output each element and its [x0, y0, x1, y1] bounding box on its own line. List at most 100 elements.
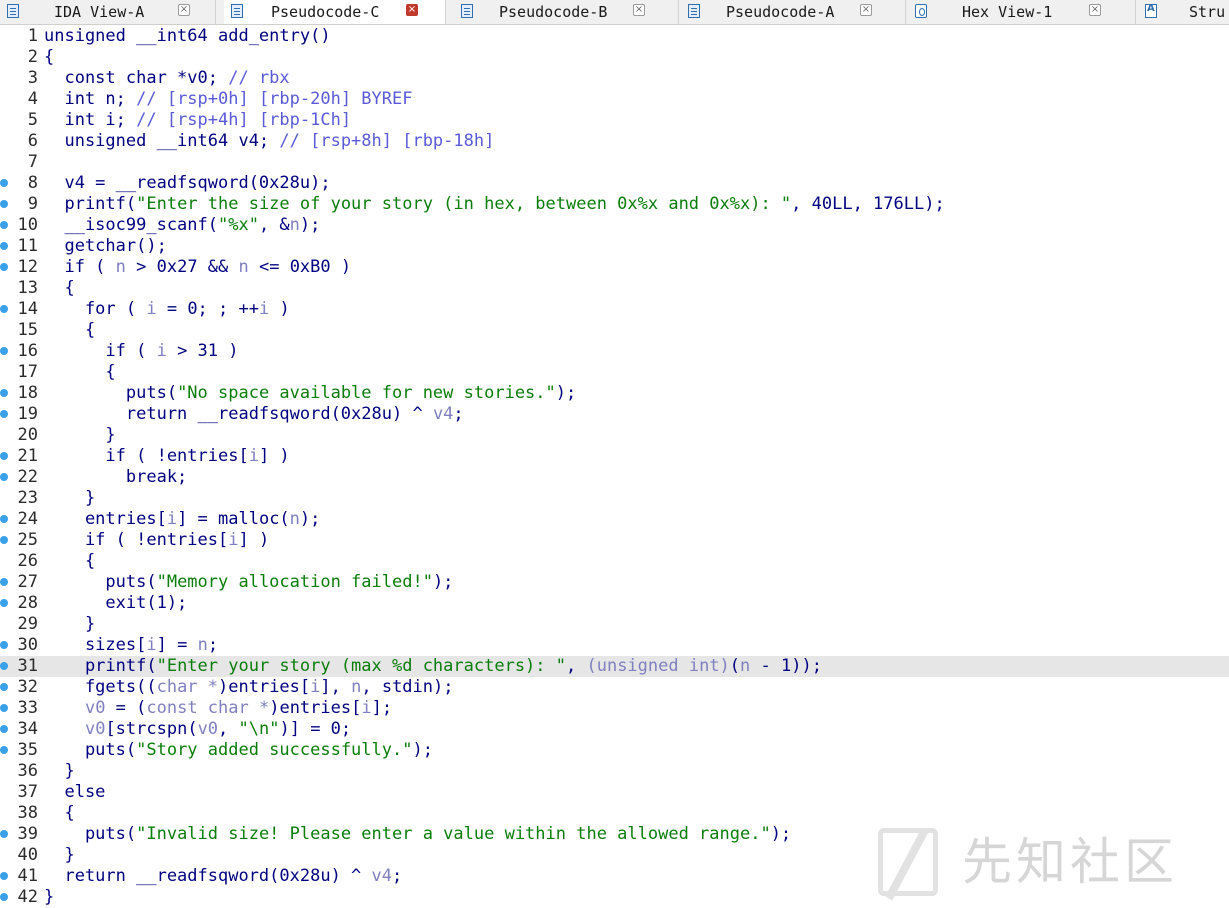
code-line[interactable]: 36 }	[0, 761, 1229, 782]
code-text[interactable]: int i; // [rsp+4h] [rbp-1Ch]	[44, 110, 351, 131]
code-token: = 0; ; ++	[156, 299, 259, 319]
code-line[interactable]: 25 if ( !entries[i] )	[0, 530, 1229, 551]
close-icon[interactable]: ×	[860, 4, 872, 16]
code-line[interactable]: 9 printf("Enter the size of your story (…	[0, 194, 1229, 215]
code-text[interactable]: puts("Story added successfully.");	[44, 740, 433, 761]
code-text[interactable]: if ( !entries[i] )	[44, 446, 289, 467]
code-line[interactable]: 22 break;	[0, 467, 1229, 488]
code-line[interactable]: 4 int n; // [rsp+0h] [rbp-20h] BYREF	[0, 89, 1229, 110]
close-icon[interactable]: ×	[178, 4, 190, 16]
code-text[interactable]: {	[44, 551, 95, 572]
identifier: v4	[371, 866, 392, 886]
code-text[interactable]: exit(1);	[44, 593, 187, 614]
code-text[interactable]: getchar();	[44, 236, 166, 257]
code-text[interactable]: puts("No space available for new stories…	[44, 383, 576, 404]
tab-structures[interactable]: Stru	[1138, 0, 1229, 24]
code-line[interactable]: 33 v0 = (const char *)entries[i];	[0, 698, 1229, 719]
tab-pseudocode-b[interactable]: Pseudocode-B ×	[454, 0, 679, 24]
code-line[interactable]: 5 int i; // [rsp+4h] [rbp-1Ch]	[0, 110, 1229, 131]
code-text[interactable]: if ( n > 0x27 && n <= 0xB0 )	[44, 257, 351, 278]
code-line[interactable]: 29 }	[0, 614, 1229, 635]
pseudocode-view[interactable]: 1 unsigned __int64 add_entry() 2{3 const c…	[0, 26, 1229, 908]
code-text[interactable]: int n; // [rsp+0h] [rbp-20h] BYREF	[44, 89, 412, 110]
code-text[interactable]: }	[44, 425, 115, 446]
code-text[interactable]: }	[44, 887, 54, 908]
code-text[interactable]: v0 = (const char *)entries[i];	[44, 698, 392, 719]
code-line[interactable]: 27 puts("Memory allocation failed!");	[0, 572, 1229, 593]
code-line[interactable]: 35 puts("Story added successfully.");	[0, 740, 1229, 761]
code-line[interactable]: 3 const char *v0; // rbx	[0, 68, 1229, 89]
code-text[interactable]: for ( i = 0; ; ++i )	[44, 299, 290, 320]
code-line[interactable]: 31 printf("Enter your story (max %d char…	[0, 656, 1229, 677]
code-line[interactable]: 16 if ( i > 31 )	[0, 341, 1229, 362]
tab-hex-view-1[interactable]: Hex View-1 ×	[908, 0, 1136, 24]
code-line[interactable]: 38 {	[0, 803, 1229, 824]
code-text[interactable]: return __readfsqword(0x28u) ^ v4;	[44, 404, 464, 425]
code-line[interactable]: 21 if ( !entries[i] )	[0, 446, 1229, 467]
code-line[interactable]: 32 fgets((char *)entries[i], n, stdin);	[0, 677, 1229, 698]
code-text[interactable]: unsigned __int64 v4; // [rsp+8h] [rbp-18…	[44, 131, 494, 152]
code-line[interactable]: 13 {	[0, 278, 1229, 299]
code-text[interactable]: if ( i > 31 )	[44, 341, 238, 362]
tab-label: IDA View-A	[54, 3, 145, 21]
code-text[interactable]: {	[44, 362, 115, 383]
code-token: exit(1);	[44, 593, 188, 613]
code-text[interactable]: }	[44, 761, 74, 782]
code-text[interactable]: printf("Enter your story (max %d charact…	[44, 656, 822, 677]
code-text[interactable]: {	[44, 47, 54, 68]
code-line[interactable]: 28 exit(1);	[0, 593, 1229, 614]
code-token: unsigned __int64 v4;	[44, 131, 280, 151]
code-text[interactable]: if ( !entries[i] )	[44, 530, 269, 551]
tab-ida-view-a[interactable]: IDA View-A ×	[0, 0, 216, 24]
code-line[interactable]: 14 for ( i = 0; ; ++i )	[0, 299, 1229, 320]
code-text[interactable]: v4 = __readfsqword(0x28u);	[44, 173, 331, 194]
code-line[interactable]: 18 puts("No space available for new stor…	[0, 383, 1229, 404]
code-line[interactable]: 8 v4 = __readfsqword(0x28u);	[0, 173, 1229, 194]
code-line[interactable]: 2{	[0, 47, 1229, 68]
code-text[interactable]: entries[i] = malloc(n);	[44, 509, 320, 530]
code-line[interactable]: 12 if ( n > 0x27 && n <= 0xB0 )	[0, 257, 1229, 278]
code-text[interactable]: }	[44, 488, 95, 509]
code-text[interactable]: puts("Invalid size! Please enter a value…	[44, 824, 791, 845]
code-text[interactable]: puts("Memory allocation failed!");	[44, 572, 453, 593]
code-line[interactable]: 19 return __readfsqword(0x28u) ^ v4;	[0, 404, 1229, 425]
tab-pseudocode-a[interactable]: Pseudocode-A ×	[681, 0, 906, 24]
code-text[interactable]: __isoc99_scanf("%x", &n);	[44, 215, 320, 236]
code-line[interactable]: 20 }	[0, 425, 1229, 446]
code-line[interactable]: 1 unsigned __int64 add_entry()	[0, 26, 1229, 47]
code-line[interactable]: 23 }	[0, 488, 1229, 509]
code-text[interactable]: const char *v0; // rbx	[44, 68, 289, 89]
code-text[interactable]: printf("Enter the size of your story (in…	[44, 194, 944, 215]
tab-pseudocode-c[interactable]: Pseudocode-C ×	[224, 0, 446, 24]
code-line[interactable]: 7	[0, 152, 1229, 173]
code-text[interactable]: fgets((char *)entries[i], n, stdin);	[44, 677, 454, 698]
code-line[interactable]: 26 {	[0, 551, 1229, 572]
code-line[interactable]: 11 getchar();	[0, 236, 1229, 257]
code-text[interactable]: }	[44, 845, 74, 866]
code-line[interactable]: 10 __isoc99_scanf("%x", &n);	[0, 215, 1229, 236]
code-text[interactable]: unsigned __int64 add_entry()	[44, 26, 331, 47]
code-text[interactable]: v0[strcspn(v0, "\n")] = 0;	[44, 719, 351, 740]
code-line[interactable]: 15 {	[0, 320, 1229, 341]
code-line[interactable]: 34 v0[strcspn(v0, "\n")] = 0;	[0, 719, 1229, 740]
code-text[interactable]: break;	[44, 467, 187, 488]
code-line[interactable]: 30 sizes[i] = n;	[0, 635, 1229, 656]
code-token: fgets((	[44, 677, 157, 697]
string-literal: "Enter your story (max %d characters): "	[156, 656, 566, 676]
code-token: v4 = __readfsqword(0x28u);	[44, 173, 331, 193]
close-icon[interactable]: ×	[1089, 4, 1101, 16]
close-icon[interactable]: ×	[406, 4, 418, 16]
code-text[interactable]: {	[44, 278, 74, 299]
code-text[interactable]: {	[44, 803, 74, 824]
code-line[interactable]: 37 else	[0, 782, 1229, 803]
code-line[interactable]: 6 unsigned __int64 v4; // [rsp+8h] [rbp-…	[0, 131, 1229, 152]
code-text[interactable]: sizes[i] = n;	[44, 635, 218, 656]
code-text[interactable]: {	[44, 320, 95, 341]
code-text[interactable]: return __readfsqword(0x28u) ^ v4;	[44, 866, 402, 887]
code-line[interactable]: 24 entries[i] = malloc(n);	[0, 509, 1229, 530]
code-text[interactable]: }	[44, 614, 95, 635]
code-token: );	[770, 824, 792, 844]
code-text[interactable]: else	[44, 782, 105, 803]
close-icon[interactable]: ×	[633, 4, 645, 16]
code-line[interactable]: 17 {	[0, 362, 1229, 383]
